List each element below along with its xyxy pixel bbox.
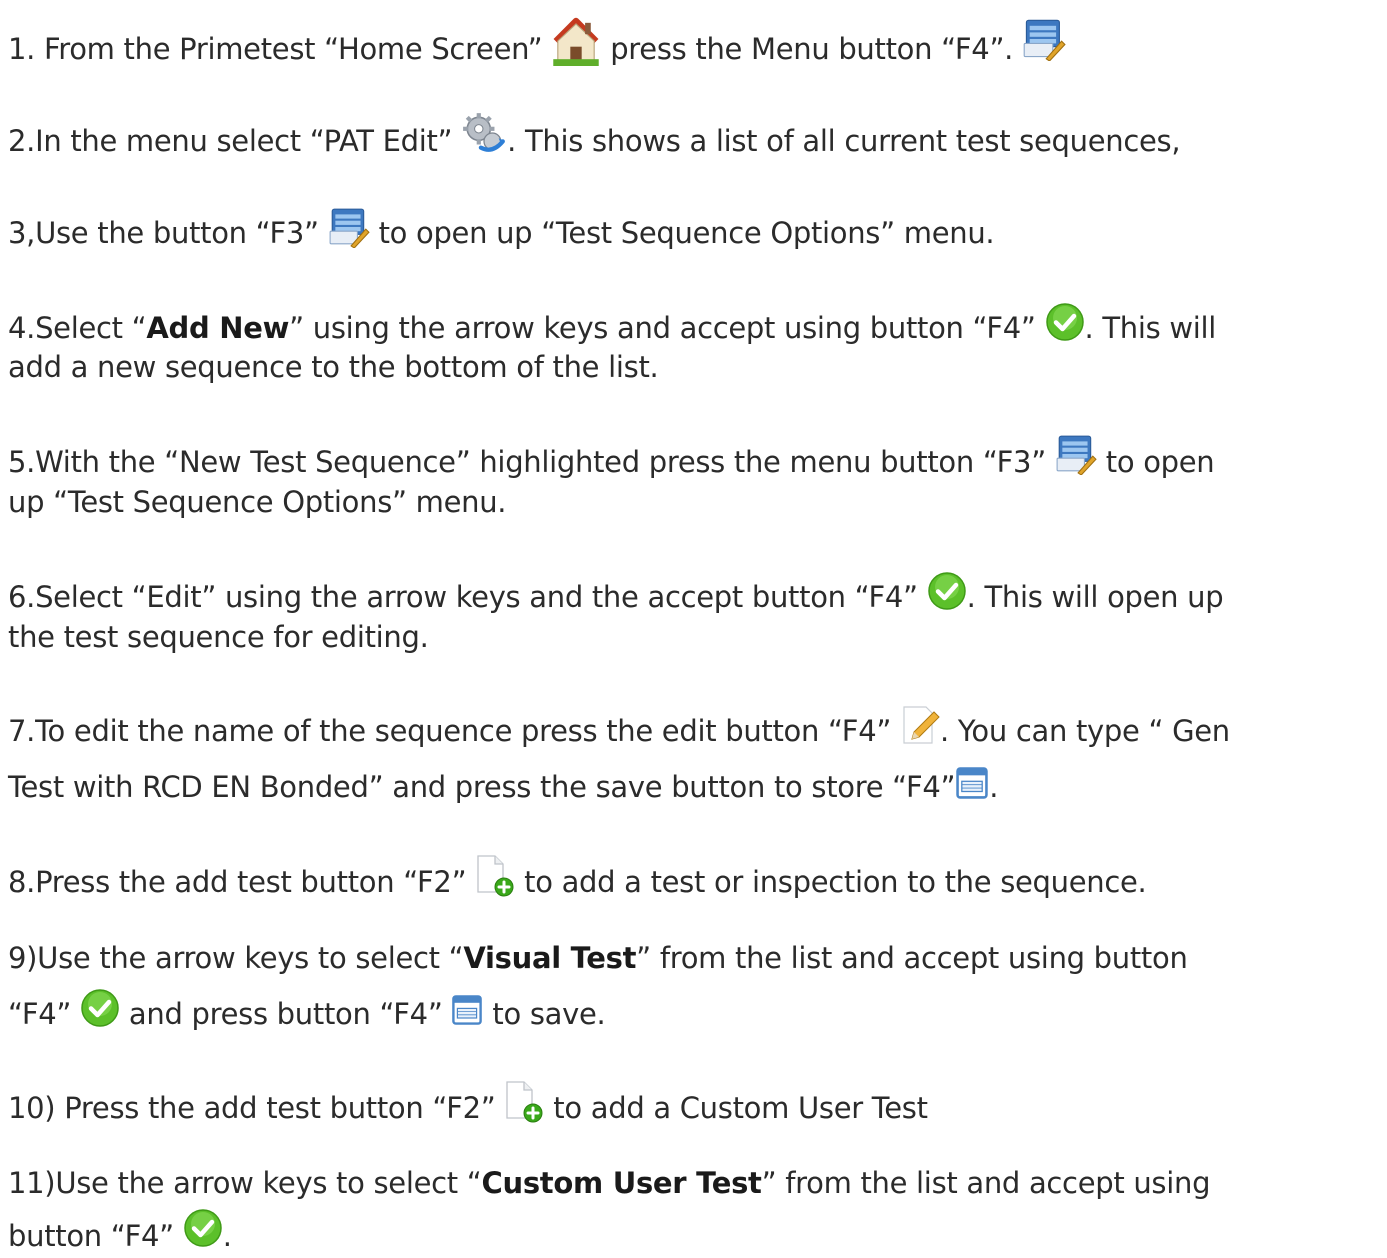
step-5-text-a: 5.With the “New Test Sequence” highlight…: [8, 445, 1055, 479]
step-6-text-c: the test sequence for editing.: [8, 620, 429, 654]
step-3-text-b: to open up “Test Sequence Options” menu.: [369, 216, 995, 250]
step-7-text-d: .: [989, 770, 999, 804]
save-icon: [955, 766, 989, 800]
step-8-text-a: 8.Press the add test button “F2”: [8, 865, 476, 899]
step-11-text-a: 11)Use the arrow keys to select “: [8, 1166, 482, 1200]
step-8-text-b: to add a test or inspection to the seque…: [515, 865, 1147, 899]
step-1-text-a: 1. From the Primetest “Home Screen”: [8, 32, 552, 66]
step-6-text-a: 6.Select “Edit” using the arrow keys and…: [8, 580, 927, 614]
step-1-text-b: press the Menu button “F4”.: [601, 32, 1023, 66]
home-icon: [551, 16, 601, 66]
step-9-text-a: 9)Use the arrow keys to select “: [8, 941, 464, 975]
menu-icon: [1022, 17, 1066, 61]
step-6-text-b: . This will open up: [966, 580, 1224, 614]
step-9: 9)Use the arrow keys to select “Visual T…: [8, 938, 1188, 978]
checkmark-icon: [927, 571, 967, 611]
step-7: 7.To edit the name of the sequence press…: [8, 711, 1230, 753]
step-7-text-b: . You can type “ Gen: [939, 714, 1230, 748]
step-9-cont: “F4” and press button “F4” to save.: [8, 994, 606, 1036]
step-11: 11)Use the arrow keys to select “Custom …: [8, 1163, 1210, 1203]
step-2: 2.In the menu select “PAT Edit” . This s…: [8, 120, 1181, 166]
step-9-text-b: ” from the list and accept using button: [636, 941, 1188, 975]
menu-icon: [328, 206, 370, 248]
menu-icon: [1055, 433, 1097, 475]
step-10-text-b: to add a Custom User Test: [544, 1091, 928, 1125]
step-5-text-b: to open: [1096, 445, 1215, 479]
add-document-icon: [475, 854, 515, 898]
step-1: 1. From the Primetest “Home Screen” pres…: [8, 26, 1066, 76]
save-icon: [451, 994, 483, 1026]
checkmark-icon: [183, 1208, 223, 1248]
step-10-text-a: 10) Press the add test button “F2”: [8, 1091, 505, 1125]
step-7-cont: Test with RCD EN Bonded” and press the s…: [8, 767, 998, 807]
step-9-text-c: “F4”: [8, 997, 81, 1031]
step-9-bold: Visual Test: [463, 941, 637, 975]
step-4-text-c: . This will: [1084, 311, 1217, 345]
gears-icon: [461, 110, 507, 156]
step-2-text-b: . This shows a list of all current test …: [507, 124, 1181, 158]
add-document-icon: [504, 1080, 544, 1124]
step-9-text-d: and press button “F4”: [120, 997, 452, 1031]
step-8: 8.Press the add test button “F2” to add …: [8, 862, 1147, 906]
step-10: 10) Press the add test button “F2” to ad…: [8, 1088, 928, 1132]
step-5: 5.With the “New Test Sequence” highlight…: [8, 442, 1215, 485]
step-7-text-c: Test with RCD EN Bonded” and press the s…: [8, 770, 956, 804]
step-3: 3,Use the button “F3” to open up “Test S…: [8, 213, 995, 256]
step-6-cont: the test sequence for editing.: [8, 617, 429, 657]
checkmark-icon: [1045, 302, 1085, 342]
step-11-text-c: button “F4”: [8, 1219, 183, 1253]
checkmark-icon: [80, 988, 120, 1028]
step-11-bold: Custom User Test: [481, 1166, 762, 1200]
step-5-cont: up “Test Sequence Options” menu.: [8, 482, 507, 522]
step-4-text-a: 4.Select “: [8, 311, 147, 345]
step-4-cont: add a new sequence to the bottom of the …: [8, 347, 659, 387]
pencil-icon: [900, 705, 940, 745]
step-4-text-b: ” using the arrow keys and accept using …: [289, 311, 1045, 345]
step-3-text-a: 3,Use the button “F3”: [8, 216, 328, 250]
step-9-text-e: to save.: [483, 997, 606, 1031]
step-11-text-d: .: [222, 1219, 232, 1253]
step-7-text-a: 7.To edit the name of the sequence press…: [8, 714, 900, 748]
step-4-text-d: add a new sequence to the bottom of the …: [8, 350, 659, 384]
step-5-text-c: up “Test Sequence Options” menu.: [8, 485, 507, 519]
step-6: 6.Select “Edit” using the arrow keys and…: [8, 577, 1224, 619]
step-4: 4.Select “Add New” using the arrow keys …: [8, 308, 1216, 350]
step-11-text-b: ” from the list and accept using: [761, 1166, 1211, 1200]
step-11-cont: button “F4” .: [8, 1216, 232, 1258]
step-2-text-a: 2.In the menu select “PAT Edit”: [8, 124, 462, 158]
step-4-bold: Add New: [146, 311, 290, 345]
